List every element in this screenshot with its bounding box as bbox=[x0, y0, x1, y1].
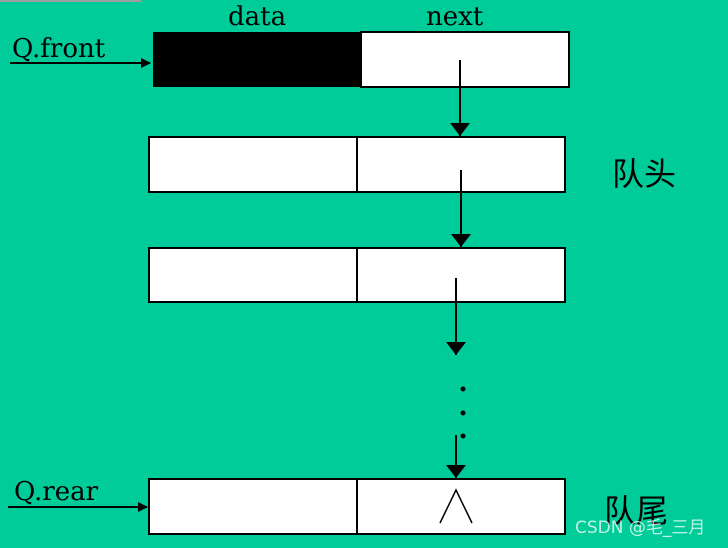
queue-node-last bbox=[148, 478, 566, 535]
head-node bbox=[153, 31, 570, 88]
rear-pointer-label: Q.rear bbox=[14, 477, 99, 507]
head-node-data-cell bbox=[153, 32, 361, 87]
node-data-cell bbox=[148, 136, 358, 193]
ellipsis-dot bbox=[460, 433, 466, 439]
next-column-header: next bbox=[426, 2, 484, 32]
ellipsis-dots bbox=[460, 386, 466, 439]
ellipsis-dot bbox=[460, 386, 466, 392]
linked-queue-diagram: data next Q.front 队头 Q.rear 队尾 CSDN @毛_三… bbox=[8, 2, 705, 538]
node-next-cell bbox=[356, 247, 566, 303]
node-data-cell bbox=[148, 247, 358, 303]
head-node-next-cell bbox=[360, 31, 570, 88]
watermark: CSDN @毛_三月 bbox=[575, 518, 705, 538]
queue-head-label: 队头 bbox=[612, 155, 676, 193]
node-next-cell bbox=[356, 478, 566, 535]
front-pointer-label: Q.front bbox=[12, 34, 106, 64]
queue-node-1 bbox=[148, 136, 566, 193]
queue-node-2 bbox=[148, 247, 566, 303]
data-column-header: data bbox=[228, 2, 286, 32]
node-data-cell bbox=[148, 478, 358, 535]
ellipsis-dot bbox=[460, 410, 466, 416]
